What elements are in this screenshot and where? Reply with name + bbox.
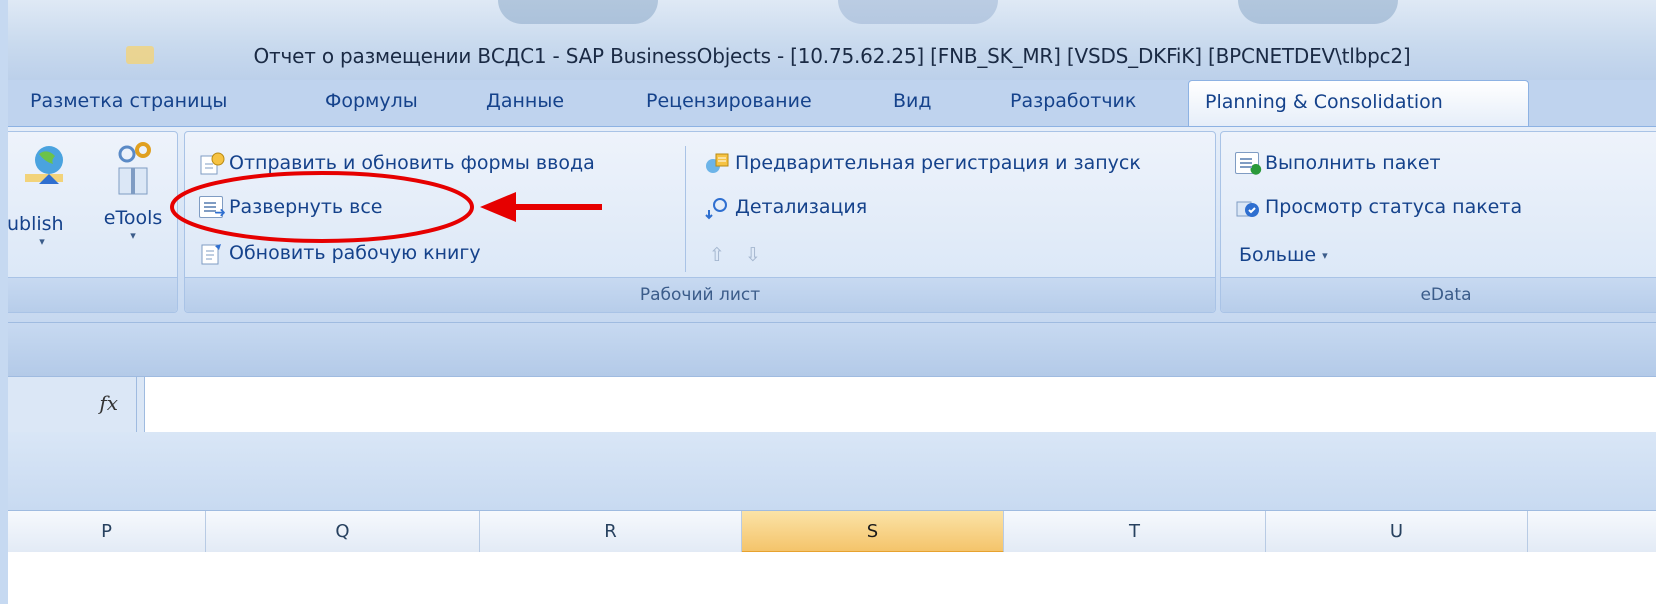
move-up-button[interactable]: ⇧ [709,244,725,266]
ribbon: ublish ▾ eTools ▾ Рабочий лист Отправить… [4,126,1656,323]
tab-planning-consolidation[interactable]: Planning & Consolidation [1188,80,1529,126]
formula-input[interactable] [144,377,1656,433]
send-refresh-icon [199,152,225,175]
ribbon-group-tools: ublish ▾ eTools ▾ [4,131,178,313]
drilldown-icon [705,196,729,220]
pre-register-icon [705,152,729,174]
move-down-button[interactable]: ⇩ [745,244,761,266]
window-border [0,0,8,604]
send-refresh-forms-label: Отправить и обновить формы ввода [229,152,595,174]
package-status-icon [1235,196,1259,218]
title-bar: Отчет о размещении ВСДС1 - SAP BusinessO… [8,0,1656,80]
ribbon-tabs: Разметка страницы Формулы Данные Рецензи… [8,80,1656,126]
tab-review[interactable]: Рецензирование [646,90,812,112]
tab-formulas[interactable]: Формулы [325,90,418,112]
ribbon-group-worksheet: Рабочий лист Отправить и обновить формы … [184,131,1216,313]
arrow-up-icon: ⇧ [709,244,725,266]
toolbar-band [8,322,1656,377]
column-headers: P Q R S T U [8,510,1656,554]
publish-button[interactable]: ublish ▾ [1,140,83,248]
publish-label: ublish [7,213,64,235]
column-header-r[interactable]: R [480,511,742,553]
title-glow-decoration [498,0,658,24]
etools-label: eTools [103,207,163,229]
tab-developer[interactable]: Разработчик [1010,90,1136,112]
drilldown-button[interactable]: Детализация [705,196,868,220]
arrow-down-icon: ⇩ [745,244,761,266]
view-package-status-button[interactable]: Просмотр статуса пакета [1235,196,1522,218]
column-header-s[interactable]: S [742,511,1004,553]
refresh-workbook-label: Обновить рабочую книгу [229,242,481,264]
fx-icon[interactable]: fx [99,391,118,415]
group-separator [685,146,686,272]
drilldown-label: Детализация [735,196,868,218]
more-label: Больше [1239,244,1317,266]
expand-all-icon: ➜ [199,196,226,221]
tab-page-layout[interactable]: Разметка страницы [30,90,227,112]
run-package-label: Выполнить пакет [1265,152,1441,174]
title-glow-decoration [1238,0,1398,24]
sheet-grid[interactable] [8,552,1656,604]
pre-register-run-label: Предварительная регистрация и запуск [735,152,1141,174]
window-title: Отчет о размещении ВСДС1 - SAP BusinessO… [253,44,1411,68]
refresh-workbook-icon [199,242,223,265]
group-label-worksheet: Рабочий лист [185,277,1215,312]
column-header-u[interactable]: U [1266,511,1528,553]
more-dropdown[interactable]: Больше ▾ [1239,244,1328,266]
expand-all-button[interactable]: ➜ Развернуть все [199,196,383,221]
chevron-down-icon: ▾ [39,235,45,248]
refresh-workbook-button[interactable]: Обновить рабочую книгу [199,242,481,265]
publish-icon [25,146,63,184]
formula-bar: fx [8,376,1656,434]
title-glow-decoration [838,0,998,24]
expand-all-label: Развернуть все [229,196,383,218]
worksheet-top-band [8,432,1656,510]
run-package-button[interactable]: ● Выполнить пакет [1235,152,1441,177]
tab-view[interactable]: Вид [893,90,932,112]
insert-function-area: fx [8,377,137,433]
group-label-edata: eData [1221,277,1656,312]
group-label-empty [5,277,177,312]
column-header-q[interactable]: Q [206,511,480,553]
column-header-t[interactable]: T [1004,511,1266,553]
chevron-down-icon: ▾ [1322,248,1328,262]
pre-register-run-button[interactable]: Предварительная регистрация и запуск [705,152,1141,174]
tab-data[interactable]: Данные [486,90,564,112]
excel-window: Отчет о размещении ВСДС1 - SAP BusinessO… [0,0,1656,604]
etools-icon [118,142,151,195]
column-header-p[interactable]: P [8,511,206,553]
run-package-icon: ● [1235,152,1262,177]
etools-button[interactable]: eTools ▾ [93,140,173,242]
column-header-next[interactable] [1528,511,1656,553]
chevron-down-icon: ▾ [130,229,136,242]
ribbon-group-edata: eData ● Выполнить пакет Просмотр статуса… [1220,131,1656,313]
send-refresh-forms-button[interactable]: Отправить и обновить формы ввода [199,152,595,175]
view-package-status-label: Просмотр статуса пакета [1265,196,1523,218]
